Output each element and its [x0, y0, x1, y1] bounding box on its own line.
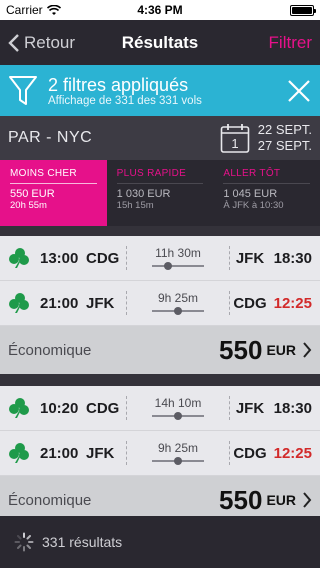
route-bar[interactable]: PAR - NYC 1 22 SEPT. 27 SEPT.: [0, 116, 320, 160]
calendar-day: 1: [231, 136, 238, 151]
fare-class: Économique: [8, 341, 92, 359]
date-outbound: 22 SEPT.: [257, 122, 312, 137]
fare-class: Économique: [8, 491, 92, 509]
departure-airport: CDG: [86, 399, 120, 417]
departure-time: 13:00: [40, 249, 79, 267]
arrival-time: 12:25: [273, 444, 312, 462]
wifi-icon: [46, 4, 61, 15]
stop-dot: [163, 262, 172, 270]
chevron-right-icon: [303, 342, 312, 358]
fare-price: 550: [219, 334, 263, 365]
filter-button[interactable]: Filtrer: [269, 33, 312, 53]
status-bar: Carrier 4:36 PM: [0, 0, 320, 20]
funnel-icon: [9, 75, 37, 105]
flight-duration: 9h 25m: [157, 291, 199, 305]
fare-row[interactable]: Économique 550 EUR: [0, 476, 320, 516]
fare-currency: EUR: [266, 342, 296, 358]
back-button[interactable]: Retour: [8, 33, 75, 53]
route-label: PAR - NYC: [8, 129, 93, 146]
flight-leg: 21:00 JFK 9h 25m CDG 12:25: [0, 431, 320, 476]
stop-timeline: [152, 307, 204, 315]
arrival-time: 18:30: [273, 399, 312, 417]
tab-cheapest[interactable]: MOINS CHER 550 EUR 20h 55m: [0, 160, 107, 226]
flight-leg: 21:00 JFK 9h 25m CDG 12:25: [0, 281, 320, 326]
sort-tabs: MOINS CHER 550 EUR 20h 55m PLUS RAPIDE 1…: [0, 160, 320, 226]
nav-bar: Retour Résultats Filtrer: [0, 20, 320, 65]
status-time: 4:36 PM: [137, 3, 183, 17]
results-list: 13:00 CDG 11h 30m JFK 18:30 21:00 JFK 9h…: [0, 236, 320, 516]
departure-airport: CDG: [86, 249, 120, 267]
filter-banner-title: 2 filtres appliqués: [48, 74, 189, 95]
arrival-airport: JFK: [235, 399, 265, 417]
filter-banner-subtitle: Affichage de 331 des 331 vols: [48, 94, 202, 107]
stop-timeline: [152, 457, 204, 465]
stop-dot: [174, 307, 182, 315]
stop-dot: [174, 412, 182, 420]
tab-price: 1 045 EUR: [223, 188, 278, 200]
tab-label: PLUS RAPIDE: [116, 168, 204, 184]
filter-banner[interactable]: 2 filtres appliqués Affichage de 331 des…: [0, 65, 320, 116]
departure-time: 21:00: [40, 444, 79, 462]
flight-leg: 13:00 CDG 11h 30m JFK 18:30: [0, 236, 320, 281]
carrier-label: Carrier: [6, 3, 43, 17]
fare-row[interactable]: Économique 550 EUR: [0, 326, 320, 374]
tab-fastest[interactable]: PLUS RAPIDE 1 030 EUR 15h 15m: [107, 160, 214, 226]
battery-icon: [289, 4, 316, 16]
departure-time: 10:20: [40, 399, 79, 417]
results-count: 331 résultats: [42, 534, 123, 550]
stop-timeline: [152, 262, 204, 270]
departure-time: 21:00: [40, 294, 79, 312]
tab-price: 1 030 EUR: [116, 188, 171, 200]
tab-label: MOINS CHER: [10, 168, 97, 184]
fare-currency: EUR: [266, 492, 296, 508]
tab-sub: À JFK à 10:30: [223, 200, 284, 211]
result-card[interactable]: 13:00 CDG 11h 30m JFK 18:30 21:00 JFK 9h…: [0, 236, 320, 374]
results-footer: 331 résultats: [0, 516, 320, 568]
shamrock-icon: [9, 293, 29, 313]
spinner-icon: [14, 532, 34, 552]
flight-duration: 11h 30m: [155, 246, 201, 260]
tab-label: ALLER TÔT: [223, 168, 311, 184]
arrival-airport: CDG: [233, 294, 267, 312]
flight-duration: 9h 25m: [157, 441, 199, 455]
back-label: Retour: [24, 32, 76, 52]
result-card[interactable]: 10:20 CDG 14h 10m JFK 18:30 21:00 JFK 9h…: [0, 386, 320, 516]
chevron-left-icon: [8, 33, 19, 52]
departure-airport: JFK: [86, 294, 115, 312]
flight-leg: 10:20 CDG 14h 10m JFK 18:30: [0, 386, 320, 431]
arrival-time: 12:25: [273, 294, 312, 312]
tab-price: 550 EUR: [10, 188, 55, 200]
fare-price: 550: [219, 484, 263, 515]
arrival-time: 18:30: [273, 249, 312, 267]
shamrock-icon: [9, 398, 29, 418]
flight-duration: 14h 10m: [154, 396, 202, 410]
date-return: 27 SEPT.: [257, 138, 312, 153]
arrival-airport: JFK: [235, 249, 265, 267]
tab-sub: 15h 15m: [116, 200, 154, 211]
shamrock-icon: [9, 248, 29, 268]
stop-timeline: [152, 412, 204, 420]
tab-sub: 20h 55m: [10, 200, 47, 211]
stop-dot: [174, 457, 182, 465]
tab-early[interactable]: ALLER TÔT 1 045 EUR À JFK à 10:30: [213, 160, 320, 226]
calendar-icon[interactable]: 1: [220, 122, 250, 154]
battery-level: [291, 6, 312, 14]
close-icon[interactable]: [286, 78, 312, 104]
chevron-right-icon: [303, 492, 312, 508]
arrival-airport: CDG: [233, 444, 267, 462]
departure-airport: JFK: [86, 444, 115, 462]
shamrock-icon: [9, 443, 29, 463]
